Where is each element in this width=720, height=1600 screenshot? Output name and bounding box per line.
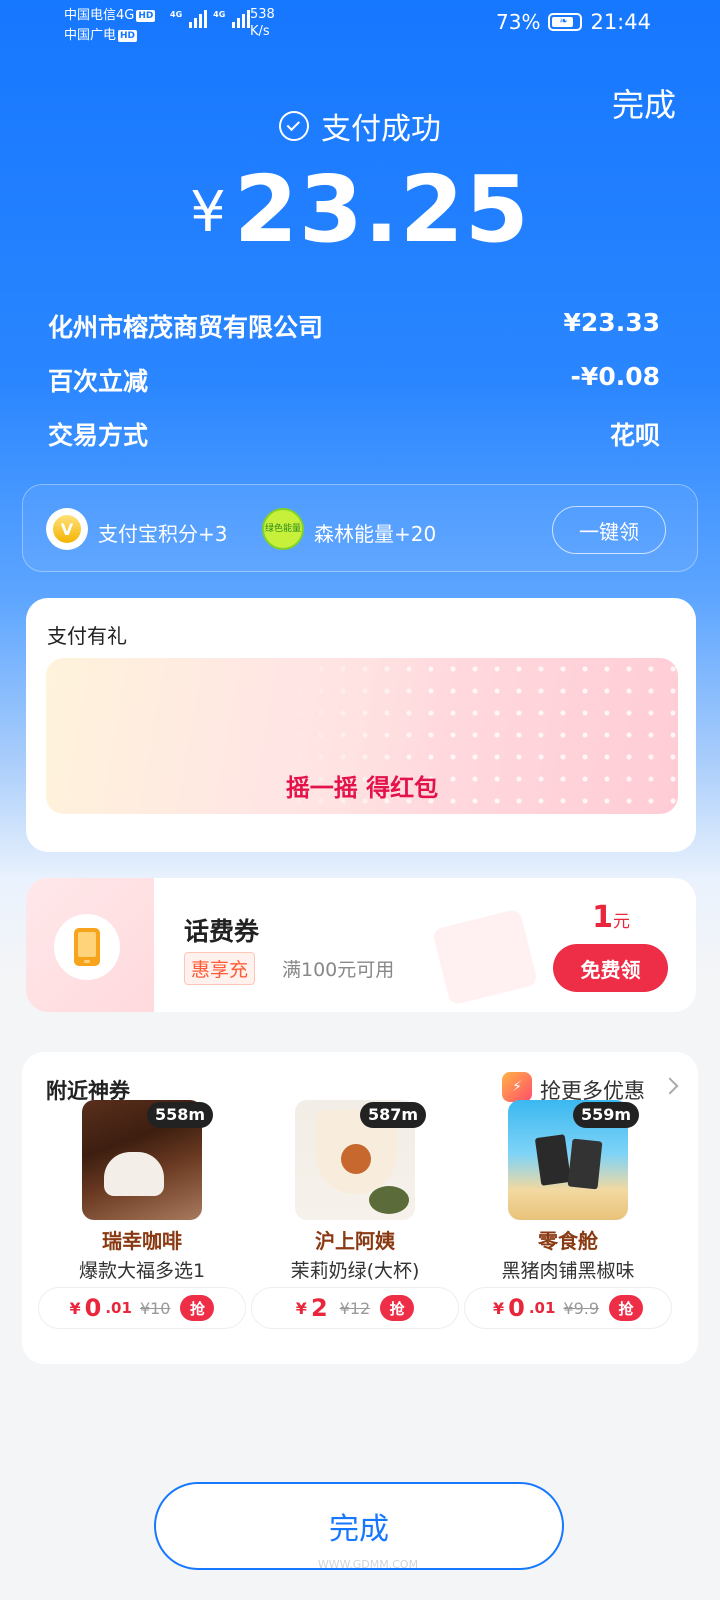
currency-symbol: ¥ — [190, 180, 226, 245]
detail-value: ¥23.33 — [563, 308, 660, 337]
signal-icon — [189, 10, 208, 28]
success-label: 支付成功 — [321, 112, 441, 147]
payment-success-row: 支付成功 — [0, 104, 720, 148]
speed-value: 538 — [250, 7, 275, 22]
points-reward: 支付宝积分+3 — [98, 522, 228, 546]
voucher-amount-number: 1 — [592, 900, 613, 935]
network-type-label: 4G — [213, 10, 226, 19]
forest-reward: 森林能量+20 — [314, 522, 437, 546]
voucher-amount-unit: 元 — [612, 912, 630, 932]
network-type-label: 4G — [170, 10, 183, 19]
shop-name: 零食舱 — [538, 1229, 598, 1253]
lightning-gift-icon[interactable]: ⚡ — [502, 1072, 532, 1102]
signal-icons: 4G 4G — [170, 10, 251, 28]
status-right: 73% ❧ 21:44 — [496, 10, 651, 34]
forest-energy-icon: 绿色能量 — [262, 508, 304, 550]
battery-icon: ❧ — [548, 13, 583, 31]
shop-name: 瑞幸咖啡 — [102, 1229, 182, 1253]
detail-row-method: 交易方式 花呗 — [48, 416, 660, 452]
price-pill[interactable]: ¥0.01 ¥9.9 抢 — [465, 1288, 671, 1328]
alipay-points-icon: V — [46, 508, 88, 550]
carrier-2: 中国广电 — [64, 28, 117, 43]
shop-name: 沪上阿姨 — [315, 1229, 395, 1253]
network-speed: 538 K/s — [250, 6, 275, 40]
speed-unit: K/s — [250, 24, 270, 39]
voucher-condition: 满100元可用 — [282, 959, 395, 981]
detail-label: 化州市榕茂商贸有限公司 — [48, 313, 324, 342]
original-price: ¥9.9 — [563, 1298, 600, 1318]
voucher-amount: 1元 — [550, 900, 672, 935]
clock: 21:44 — [590, 10, 651, 34]
price-pill[interactable]: ¥2 ¥12 抢 — [252, 1288, 458, 1328]
grab-button[interactable]: 抢 — [180, 1295, 215, 1321]
phone-icon — [54, 914, 120, 980]
item-name: 黑猪肉铺黑椒味 — [501, 1260, 635, 1282]
signal-icon — [232, 10, 251, 28]
battery-percent: 73% — [496, 10, 541, 34]
watermark: WWW.GDMM.COM — [317, 1558, 419, 1571]
distance-badge: 558m — [147, 1102, 214, 1128]
carrier-1: 中国电信4G — [64, 8, 135, 23]
distance-badge: 587m — [360, 1102, 427, 1128]
status-carriers: 中国电信4G HD 中国广电 HD — [64, 6, 156, 46]
amount-value: 23.25 — [233, 156, 530, 263]
item-name: 爆款大福多选1 — [78, 1260, 206, 1282]
original-price: ¥10 — [139, 1298, 171, 1318]
distance-badge: 559m — [573, 1102, 640, 1128]
hd-badge: HD — [136, 9, 156, 22]
done-button-bottom[interactable]: 完成 — [154, 1482, 564, 1570]
detail-label: 百次立减 — [48, 367, 149, 396]
gift-title: 支付有礼 — [47, 624, 127, 648]
price-pill[interactable]: ¥0.01 ¥10 抢 — [39, 1288, 245, 1328]
item-name: 茉莉奶绿(大杯) — [290, 1260, 420, 1282]
detail-value: 花呗 — [609, 421, 660, 450]
detail-value: -¥0.08 — [570, 362, 660, 391]
original-price: ¥12 — [339, 1298, 371, 1318]
detail-row-discount: 百次立减 -¥0.08 — [48, 362, 660, 398]
grab-button[interactable]: 抢 — [609, 1295, 644, 1321]
hd-badge: HD — [118, 29, 138, 42]
payment-amount: ¥23.25 — [0, 156, 720, 263]
claim-all-button[interactable]: 一键领 — [552, 506, 666, 554]
check-circle-icon — [279, 111, 309, 141]
free-claim-button[interactable]: 免费领 — [553, 944, 668, 992]
shake-banner-text: 摇一摇 得红包 — [285, 774, 439, 802]
voucher-title: 话费券 — [184, 917, 260, 946]
voucher-tag: 惠享充 — [184, 952, 256, 985]
grab-button[interactable]: 抢 — [380, 1295, 415, 1321]
detail-row-merchant: 化州市榕茂商贸有限公司 ¥23.33 — [48, 308, 660, 344]
detail-label: 交易方式 — [48, 421, 149, 450]
